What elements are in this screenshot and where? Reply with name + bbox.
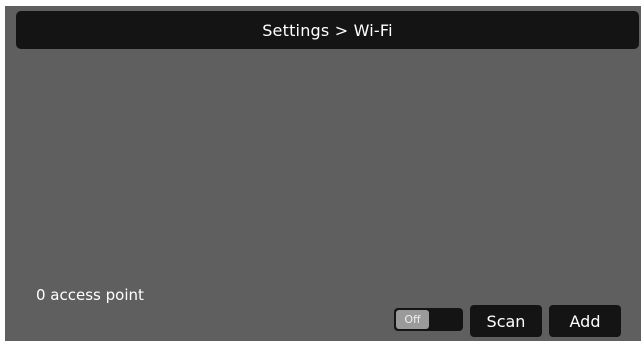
scan-button-label: Scan [486,311,526,331]
toggle-knob: Off [396,310,429,329]
access-point-count: 0 access point [36,286,144,304]
title-bar: Settings > Wi-Fi [16,11,639,49]
wifi-toggle[interactable]: Off [394,308,463,331]
wifi-settings-screen: Settings > Wi-Fi 0 access point Off Scan… [5,6,641,341]
scan-button[interactable]: Scan [470,305,542,337]
add-button[interactable]: Add [549,305,621,337]
toggle-state-label: Off [404,313,421,326]
add-button-label: Add [569,311,601,331]
page-title: Settings > Wi-Fi [262,20,393,40]
